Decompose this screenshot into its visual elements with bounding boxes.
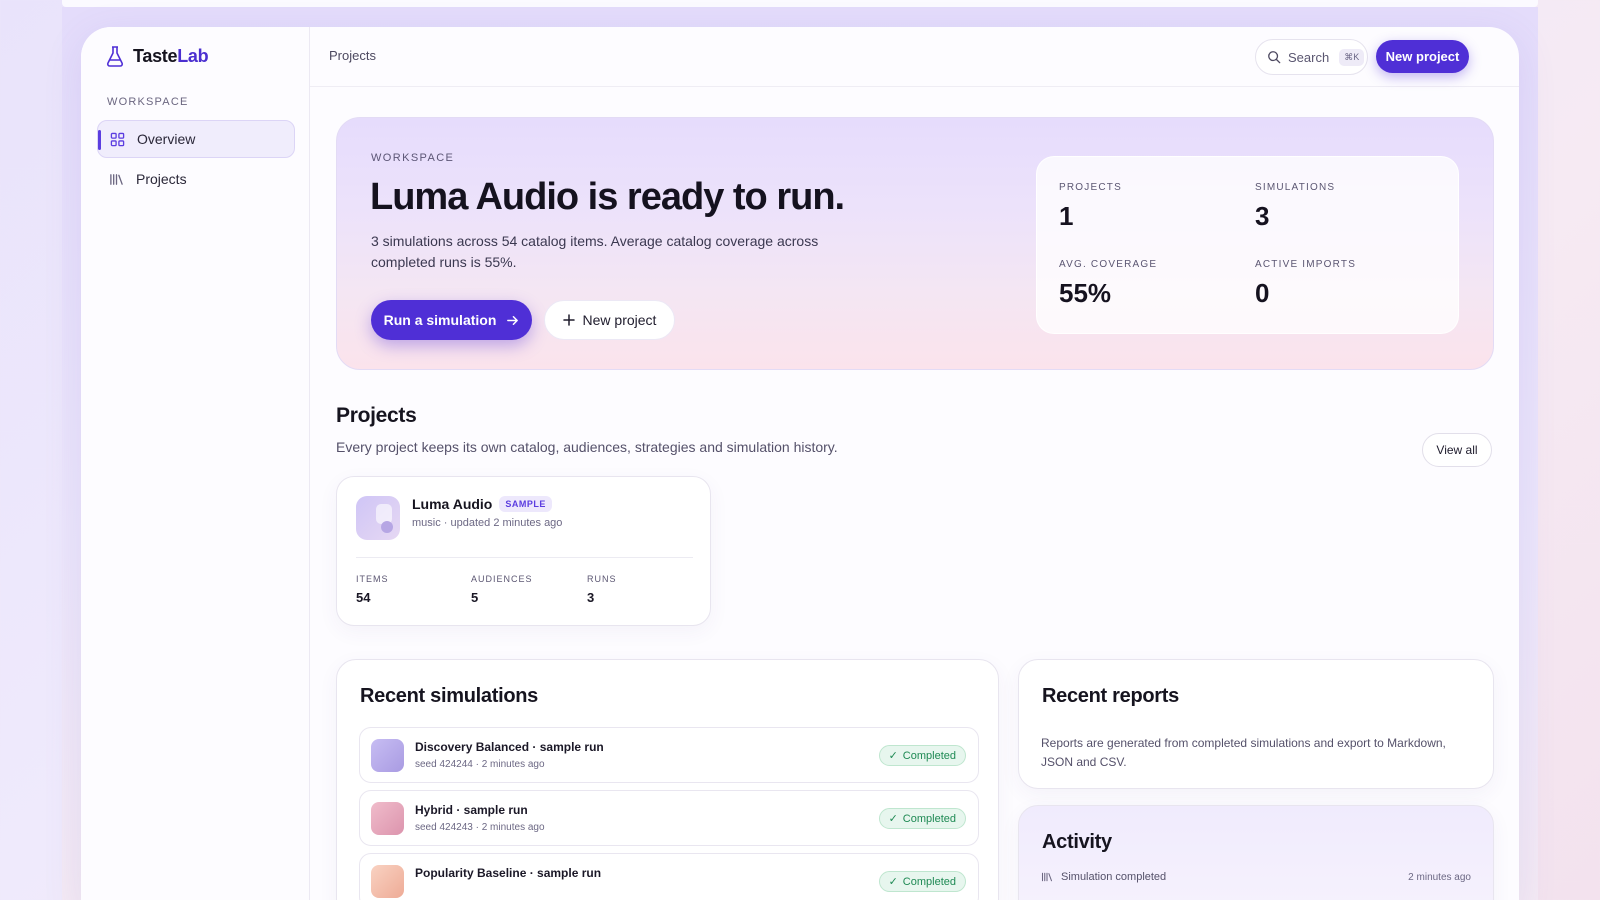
recent-simulations-title: Recent simulations — [360, 685, 538, 707]
stat-projects: PROJECTS 1 — [1059, 182, 1122, 231]
project-thumbnail — [356, 496, 400, 540]
project-name: Luma Audio SAMPLE — [412, 496, 552, 512]
simulation-name: Popularity Baseline · sample run — [415, 866, 602, 880]
project-meta: music · updated 2 minutes ago — [412, 517, 563, 529]
recent-simulations-card: Recent simulations Discovery Balanced · … — [336, 659, 999, 900]
bar-chart-icon — [371, 739, 404, 772]
sidebar-item-label: Overview — [137, 131, 196, 147]
simulation-meta: seed 424243 · 2 minutes ago — [415, 822, 545, 833]
activity-title: Activity — [1042, 831, 1112, 853]
project-stat-audiences: AUDIENCES 5 — [471, 574, 533, 605]
stat-avg-coverage: AVG. COVERAGE 55% — [1059, 259, 1158, 308]
project-stat-runs: RUNS 3 — [587, 574, 617, 605]
topbar: Projects Search ⌘K New project — [310, 27, 1519, 87]
plus-icon — [562, 314, 575, 326]
simulation-row[interactable]: Popularity Baseline · sample run ✓ Compl… — [359, 853, 979, 900]
bar-chart-icon — [371, 802, 404, 835]
project-stat-items: ITEMS 54 — [356, 574, 389, 605]
search-button[interactable]: Search ⌘K — [1255, 39, 1368, 75]
simulation-name: Discovery Balanced · sample run — [415, 740, 604, 754]
library-icon — [1041, 872, 1053, 882]
status-badge: ✓ Completed — [878, 808, 966, 829]
sidebar-section-label: WORKSPACE — [107, 96, 189, 108]
simulation-meta: seed 424244 · 2 minutes ago — [415, 759, 545, 770]
check-icon: ✓ — [888, 876, 898, 888]
sidebar-item-label: Projects — [136, 171, 187, 187]
projects-title: Projects — [336, 404, 417, 427]
activity-card: Activity Simulation completed 2 minutes … — [1018, 805, 1494, 900]
view-all-button[interactable]: View all — [1422, 433, 1492, 467]
simulation-row[interactable]: Hybrid · sample run seed 424243 · 2 minu… — [359, 790, 979, 846]
hero-panel: WORKSPACE Luma Audio is ready to run. 3 … — [336, 117, 1494, 370]
projects-description: Every project keeps its own catalog, aud… — [336, 439, 838, 455]
recent-reports-description: Reports are generated from completed sim… — [1041, 736, 1446, 769]
new-project-button[interactable]: New project — [1376, 40, 1469, 73]
arrow-right-icon — [507, 315, 519, 325]
run-simulation-label: Run a simulation — [383, 312, 497, 328]
search-icon — [1268, 51, 1281, 64]
grid-icon — [110, 132, 125, 146]
run-simulation-button[interactable]: Run a simulation — [371, 300, 532, 340]
activity-time: 2 minutes ago — [1408, 871, 1471, 883]
activity-text: Simulation completed — [1061, 871, 1167, 883]
check-icon: ✓ — [888, 813, 898, 825]
stat-simulations: SIMULATIONS 3 — [1255, 182, 1336, 231]
flask-icon — [106, 46, 124, 67]
top-window-strip — [62, 0, 1538, 7]
sample-badge: SAMPLE — [499, 496, 552, 512]
stat-active-imports: ACTIVE IMPORTS 0 — [1255, 259, 1357, 308]
hero-eyebrow: WORKSPACE — [371, 152, 455, 164]
brand-name: TasteLab — [133, 45, 209, 66]
search-shortcut: ⌘K — [1339, 48, 1365, 66]
search-label: Search — [1288, 49, 1330, 65]
status-badge: ✓ Completed — [878, 871, 966, 892]
simulation-name: Hybrid · sample run — [415, 803, 528, 817]
activity-item[interactable]: Simulation completed 2 minutes ago — [1041, 871, 1471, 883]
simulation-row[interactable]: Discovery Balanced · sample run seed 424… — [359, 727, 979, 783]
hero-new-project-label: New project — [582, 312, 657, 328]
recent-reports-card: Recent reports Reports are generated fro… — [1018, 659, 1494, 789]
stats-panel: PROJECTS 1 SIMULATIONS 3 AVG. COVERAGE 5… — [1036, 156, 1459, 334]
status-badge: ✓ Completed — [878, 745, 966, 766]
breadcrumb[interactable]: Projects — [329, 48, 376, 63]
app-window: TasteLab WORKSPACE Overview Projects Pro… — [81, 27, 1519, 900]
project-card[interactable]: Luma Audio SAMPLE music · updated 2 minu… — [336, 476, 711, 626]
hero-description: 3 simulations across 54 catalog items. A… — [371, 233, 819, 270]
hero-title: Luma Audio is ready to run. — [370, 176, 845, 218]
sidebar-item-overview[interactable]: Overview — [97, 120, 295, 158]
brand-logo[interactable]: TasteLab — [105, 45, 209, 67]
recent-reports-title: Recent reports — [1042, 685, 1179, 707]
hero-new-project-button[interactable]: New project — [544, 300, 675, 340]
divider — [356, 557, 693, 558]
check-icon: ✓ — [888, 750, 898, 762]
sidebar: TasteLab WORKSPACE Overview Projects — [81, 27, 310, 900]
library-icon — [110, 173, 123, 185]
sidebar-item-projects[interactable]: Projects — [97, 160, 295, 198]
bar-chart-icon — [371, 865, 404, 898]
